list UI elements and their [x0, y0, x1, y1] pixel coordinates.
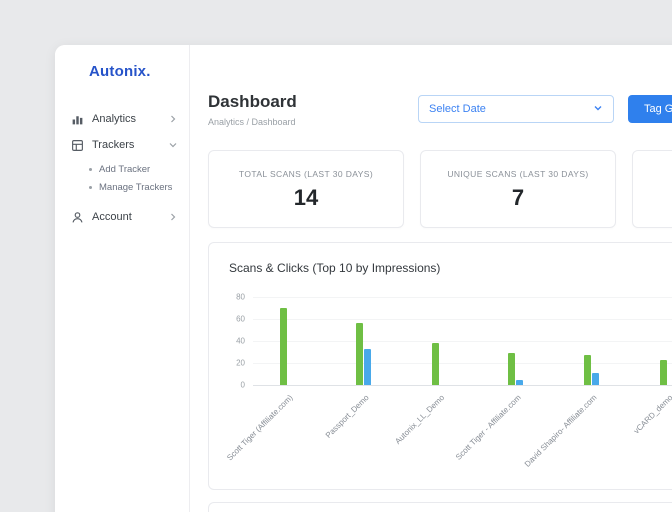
- select-date-dropdown[interactable]: Select Date: [418, 95, 614, 123]
- scans-bar: [356, 323, 363, 385]
- main-content: Dashboard Analytics / Dashboard Select D…: [190, 45, 672, 512]
- gridline: [253, 341, 672, 342]
- y-axis-tick-label: 60: [236, 315, 245, 324]
- y-axis-tick-label: 0: [241, 381, 245, 390]
- gridline: [253, 319, 672, 320]
- stat-card-third: [632, 150, 672, 228]
- sub-item-label: Add Tracker: [99, 164, 150, 175]
- chart-title: Scans & Clicks (Top 10 by Impressions): [229, 261, 672, 275]
- page-header: Dashboard Analytics / Dashboard Select D…: [208, 92, 672, 128]
- clicks-bar: [516, 380, 523, 386]
- bar-chart-plot: Scott Tiger (Affiliate.com)Passport_Demo…: [253, 297, 672, 385]
- trackers-submenu: Add Tracker Manage Trackers: [55, 158, 189, 204]
- stats-row: TOTAL SCANS (LAST 30 DAYS) 14 UNIQUE SCA…: [208, 150, 672, 228]
- chevron-right-icon: [169, 115, 177, 123]
- scans-bar: [508, 353, 515, 385]
- sidebar: Autonix. Analytics Trackers: [55, 45, 190, 512]
- sidebar-item-account[interactable]: Account: [55, 204, 189, 230]
- clicks-bar: [592, 373, 599, 385]
- bottom-card-partial: [208, 502, 672, 512]
- user-icon: [71, 211, 84, 224]
- chevron-down-icon: [593, 103, 603, 116]
- sidebar-nav: Analytics Trackers Add Tracker: [55, 106, 189, 230]
- sidebar-item-label: Analytics: [92, 113, 136, 125]
- sidebar-subitem-manage-trackers[interactable]: Manage Trackers: [55, 178, 189, 196]
- y-axis-tick-label: 40: [236, 337, 245, 346]
- bar-chart-icon: [71, 113, 84, 126]
- bullet-icon: [89, 186, 92, 189]
- app-window: Autonix. Analytics Trackers: [55, 45, 672, 512]
- sidebar-item-label: Account: [92, 211, 132, 223]
- y-axis-tick-label: 20: [236, 359, 245, 368]
- grid-icon: [71, 139, 84, 152]
- sidebar-item-trackers[interactable]: Trackers: [55, 132, 189, 158]
- stat-card-unique-scans: UNIQUE SCANS (LAST 30 DAYS) 7: [420, 150, 616, 228]
- scans-clicks-chart-card: Scans & Clicks (Top 10 by Impressions) 0…: [208, 242, 672, 490]
- y-axis-tick-label: 80: [236, 293, 245, 302]
- gridline: [253, 385, 672, 386]
- select-date-label: Select Date: [429, 103, 486, 115]
- bullet-icon: [89, 168, 92, 171]
- gridline: [253, 363, 672, 364]
- clicks-bar: [364, 349, 371, 385]
- scans-bar: [660, 360, 667, 385]
- scans-bar: [432, 343, 439, 385]
- stat-value: 14: [209, 185, 403, 211]
- chart-y-axis: 020406080: [229, 297, 253, 385]
- stat-label: TOTAL SCANS (LAST 30 DAYS): [209, 169, 403, 179]
- sidebar-subitem-add-tracker[interactable]: Add Tracker: [55, 160, 189, 178]
- gridline: [253, 297, 672, 298]
- stat-value: 7: [421, 185, 615, 211]
- brand-logo: Autonix.: [55, 63, 189, 80]
- scans-bar: [584, 355, 591, 385]
- stat-card-total-scans: TOTAL SCANS (LAST 30 DAYS) 14: [208, 150, 404, 228]
- stat-label: UNIQUE SCANS (LAST 30 DAYS): [421, 169, 615, 179]
- bar-chart: 020406080 Scott Tiger (Affiliate.com)Pas…: [229, 297, 672, 385]
- chevron-down-icon: [169, 141, 177, 149]
- scans-bar: [280, 308, 287, 385]
- sidebar-item-analytics[interactable]: Analytics: [55, 106, 189, 132]
- sub-item-label: Manage Trackers: [99, 182, 172, 193]
- sidebar-item-label: Trackers: [92, 139, 134, 151]
- tag-group-button[interactable]: Tag Group: [628, 95, 672, 123]
- chevron-right-icon: [169, 213, 177, 221]
